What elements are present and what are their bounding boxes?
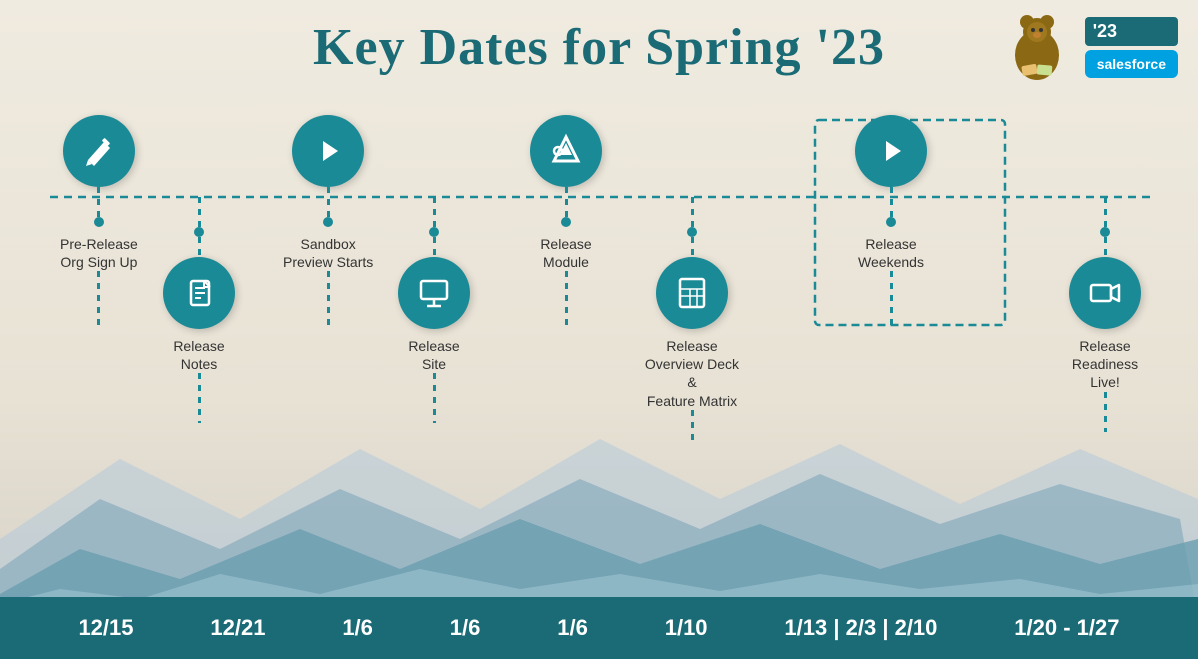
- release-overview-label: ReleaseOverview Deck &Feature Matrix: [642, 337, 742, 410]
- release-weekends-line-down: [890, 187, 893, 217]
- item-release-module: ReleaseModule: [530, 115, 602, 326]
- release-notes-line-mid: [198, 237, 201, 257]
- video-icon: [1088, 276, 1122, 310]
- release-overview-line-up: [691, 197, 694, 227]
- item-pre-release: Pre-ReleaseOrg Sign Up: [60, 115, 138, 331]
- date-16b: 1/6: [450, 615, 481, 641]
- release-overview-icon: [656, 257, 728, 329]
- release-readiness-icon: [1069, 257, 1141, 329]
- release-readiness-dot: [1100, 227, 1110, 237]
- release-readiness-line-mid: [1104, 237, 1107, 257]
- release-notes-icon: [163, 257, 235, 329]
- salesforce-logo: salesforce: [1085, 50, 1178, 78]
- play-icon-1: [313, 136, 343, 166]
- release-readiness-line-up: [1104, 197, 1107, 227]
- sandbox-line-down2: [327, 271, 330, 326]
- release-module-icon: [530, 115, 602, 187]
- release-notes-label: ReleaseNotes: [173, 337, 224, 373]
- release-weekends-line-down2: [890, 271, 893, 326]
- date-1215: 12/15: [78, 615, 133, 641]
- trailhead-icon: [548, 133, 584, 169]
- item-release-notes: ReleaseNotes: [163, 197, 235, 423]
- release-site-line-mid: [433, 237, 436, 257]
- pencil-icon: [82, 134, 116, 168]
- release-notes-line-up: [198, 197, 201, 227]
- date-1221: 12/21: [210, 615, 265, 641]
- item-release-site: ReleaseSite: [398, 197, 470, 423]
- mascot-icon: [997, 10, 1077, 85]
- release-weekends-label: ReleaseWeekends: [858, 235, 924, 271]
- pre-release-icon: [63, 115, 135, 187]
- release-weekends-icon: [855, 115, 927, 187]
- logo-area: '23 salesforce: [997, 10, 1178, 85]
- release-readiness-line-down: [1104, 392, 1107, 432]
- sandbox-preview-icon: [292, 115, 364, 187]
- release-site-line-down: [433, 373, 436, 423]
- pre-release-line-down2: [97, 271, 100, 331]
- sandbox-line-down: [327, 187, 330, 217]
- release-overview-line-mid: [691, 237, 694, 257]
- date-16c: 1/6: [557, 615, 588, 641]
- spring23-badge: '23: [1085, 17, 1178, 46]
- mascot-area: [997, 10, 1077, 85]
- date-readiness: 1/20 - 1/27: [1014, 615, 1119, 641]
- release-site-dot: [429, 227, 439, 237]
- date-bar: 12/15 12/21 1/6 1/6 1/6 1/10 1/13 | 2/3 …: [0, 597, 1198, 659]
- release-notes-line-down: [198, 373, 201, 423]
- pre-release-dot: [94, 217, 104, 227]
- release-notes-dot: [194, 227, 204, 237]
- release-site-label: ReleaseSite: [408, 337, 459, 373]
- release-module-label: ReleaseModule: [540, 235, 591, 271]
- release-overview-line-down: [691, 410, 694, 440]
- monitor-icon: [417, 276, 451, 310]
- item-release-weekends: ReleaseWeekends: [855, 115, 927, 326]
- release-site-line-up: [433, 197, 436, 227]
- date-16a: 1/6: [342, 615, 373, 641]
- doc-icon: [183, 277, 215, 309]
- page-wrapper: '23 salesforce Key Dates for Spring '23: [0, 0, 1198, 659]
- sandbox-preview-label: SandboxPreview Starts: [283, 235, 373, 271]
- timeline-area: Pre-ReleaseOrg Sign Up SandboxPreview St…: [0, 115, 1198, 505]
- date-110: 1/10: [665, 615, 708, 641]
- date-weekends: 1/13 | 2/3 | 2/10: [784, 615, 937, 641]
- sandbox-dot: [323, 217, 333, 227]
- release-readiness-label: Release ReadinessLive!: [1055, 337, 1155, 392]
- play-icon-2: [876, 136, 906, 166]
- pre-release-label: Pre-ReleaseOrg Sign Up: [60, 235, 138, 271]
- release-module-dot: [561, 217, 571, 227]
- item-release-readiness: Release ReadinessLive!: [1055, 197, 1155, 432]
- release-overview-dot: [687, 227, 697, 237]
- release-module-line-down: [565, 187, 568, 217]
- grid-doc-icon: [675, 276, 709, 310]
- pre-release-line-down: [97, 187, 100, 217]
- release-weekends-dot: [886, 217, 896, 227]
- release-site-icon: [398, 257, 470, 329]
- item-release-overview: ReleaseOverview Deck &Feature Matrix: [642, 197, 742, 440]
- release-module-line-down2: [565, 271, 568, 326]
- item-sandbox-preview: SandboxPreview Starts: [283, 115, 373, 326]
